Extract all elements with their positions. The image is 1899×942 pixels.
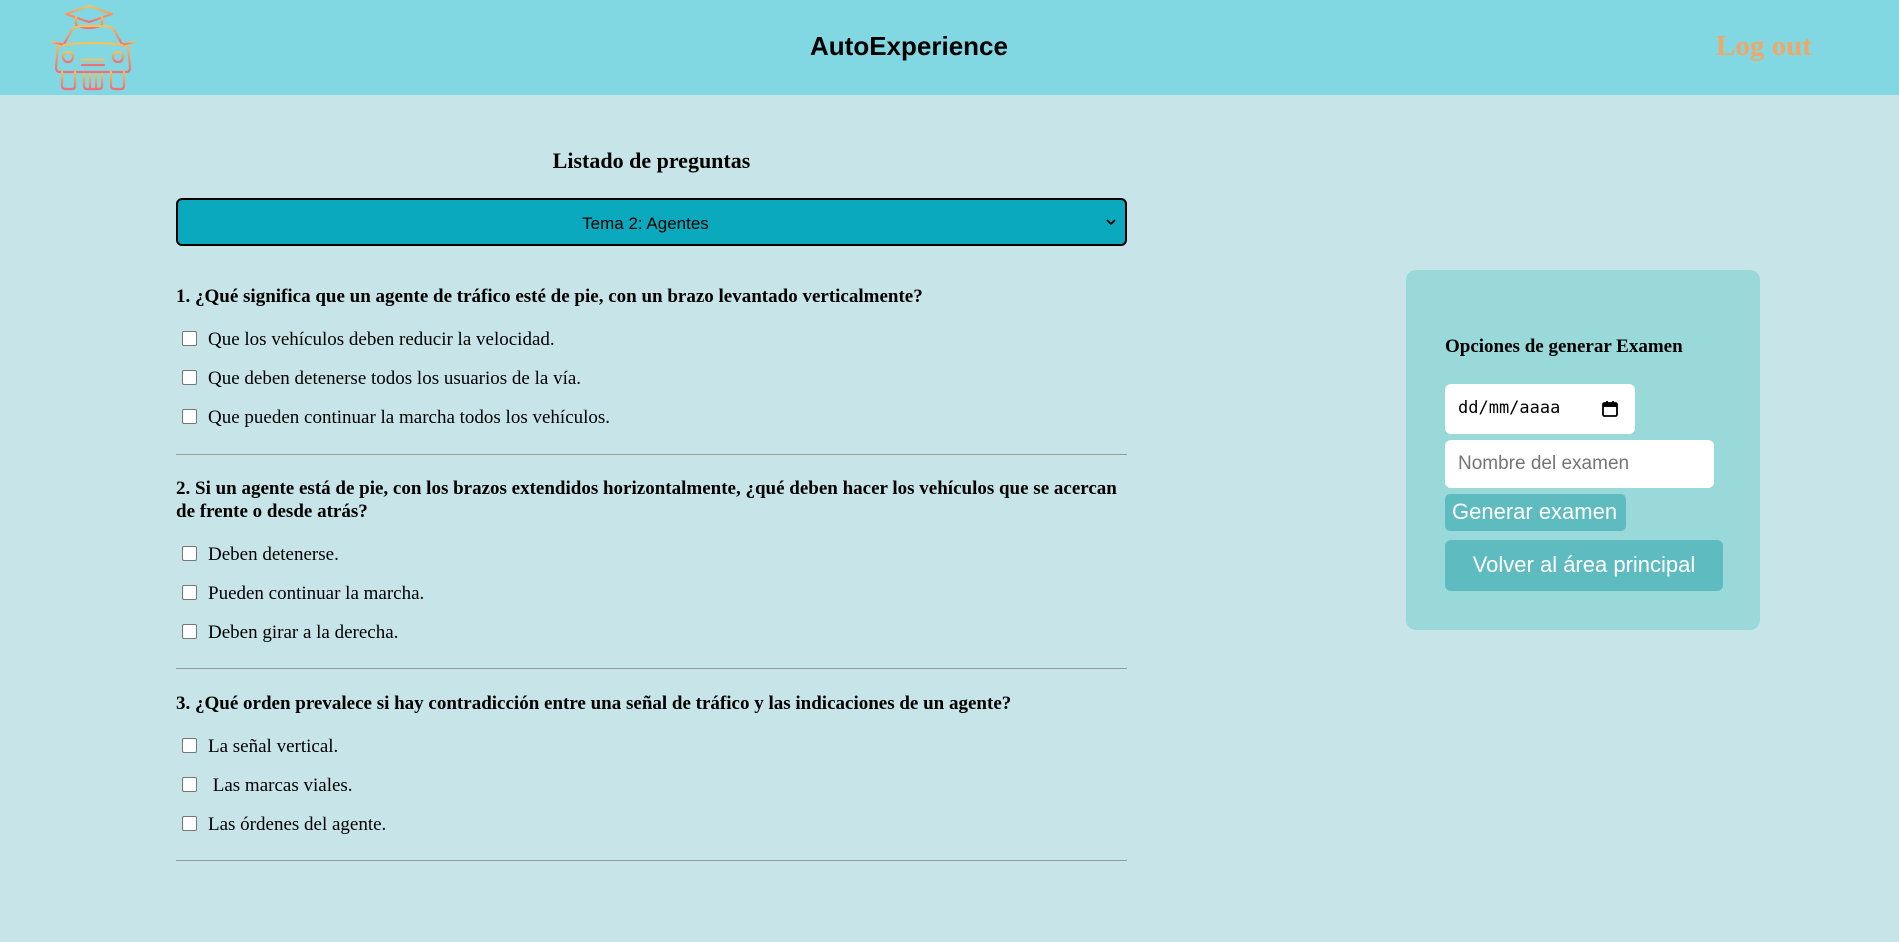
topic-select[interactable]: Tema 2: Agentes xyxy=(176,198,1127,246)
question-item: 1. ¿Qué significa que un agente de tráfi… xyxy=(176,285,1127,308)
exam-options-panel: Opciones de generar Examen dd/mm/aaaa No… xyxy=(1406,270,1760,630)
calendar-icon[interactable] xyxy=(1601,400,1619,418)
exam-name-placeholder: Nombre del examen xyxy=(1458,453,1630,474)
chevron-down-icon xyxy=(1106,219,1116,226)
topic-select-value: Tema 2: Agentes xyxy=(582,214,709,233)
answer-label: Deben girar a la derecha. xyxy=(208,622,399,643)
top-bar: AutoExperience Log out xyxy=(0,0,1899,95)
question-divider xyxy=(176,668,1127,669)
question-list-title: Listado de preguntas xyxy=(552,148,751,173)
answer-checkbox[interactable] xyxy=(182,738,197,753)
exam-name-input[interactable]: Nombre del examen xyxy=(1445,440,1714,488)
question-divider xyxy=(176,454,1127,455)
panel-title: Opciones de generar Examen xyxy=(1445,336,1683,357)
logout-link[interactable]: Log out xyxy=(1716,30,1812,63)
app-title: AutoExperience xyxy=(810,31,1008,61)
answer-label: Que deben detenerse todos los usuarios d… xyxy=(208,368,582,389)
answer-checkbox[interactable] xyxy=(182,409,197,424)
date-input-value: dd/mm/aaaa xyxy=(1458,398,1561,418)
answer-label: Que pueden continuar la marcha todos los… xyxy=(208,407,611,428)
question-text: 1. ¿Qué significa que un agente de tráfi… xyxy=(176,286,923,307)
answer-checkbox[interactable] xyxy=(182,816,197,831)
answer-checkbox[interactable] xyxy=(182,546,197,561)
exam-date-input[interactable]: dd/mm/aaaa xyxy=(1445,384,1635,434)
question-text: 2. Si un agente está de pie, con los bra… xyxy=(176,478,1117,522)
generate-exam-label: Generar examen xyxy=(1452,499,1618,524)
generate-exam-button[interactable]: Generar examen xyxy=(1445,494,1626,531)
answer-label: Que los vehículos deben reducir la veloc… xyxy=(208,329,555,350)
back-to-main-button[interactable]: Volver al área principal xyxy=(1445,540,1723,591)
answer-label: Las marcas viales. xyxy=(208,775,353,796)
answer-label: Deben detenerse. xyxy=(208,544,339,565)
question-divider xyxy=(176,860,1127,861)
answer-checkbox[interactable] xyxy=(182,585,197,600)
answer-checkbox[interactable] xyxy=(182,777,197,792)
back-to-main-label: Volver al área principal xyxy=(1472,552,1696,577)
answer-label: Las órdenes del agente. xyxy=(208,814,387,835)
answer-label: Pueden continuar la marcha. xyxy=(208,583,425,604)
answer-label: La señal vertical. xyxy=(208,736,339,757)
question-item: 3. ¿Qué orden prevalece si hay contradic… xyxy=(176,692,1127,715)
question-item: 2. Si un agente está de pie, con los bra… xyxy=(176,477,1127,523)
question-text: 3. ¿Qué orden prevalece si hay contradic… xyxy=(176,693,1012,714)
answer-checkbox[interactable] xyxy=(182,370,197,385)
answer-checkbox[interactable] xyxy=(182,331,197,346)
answer-checkbox[interactable] xyxy=(182,624,197,639)
